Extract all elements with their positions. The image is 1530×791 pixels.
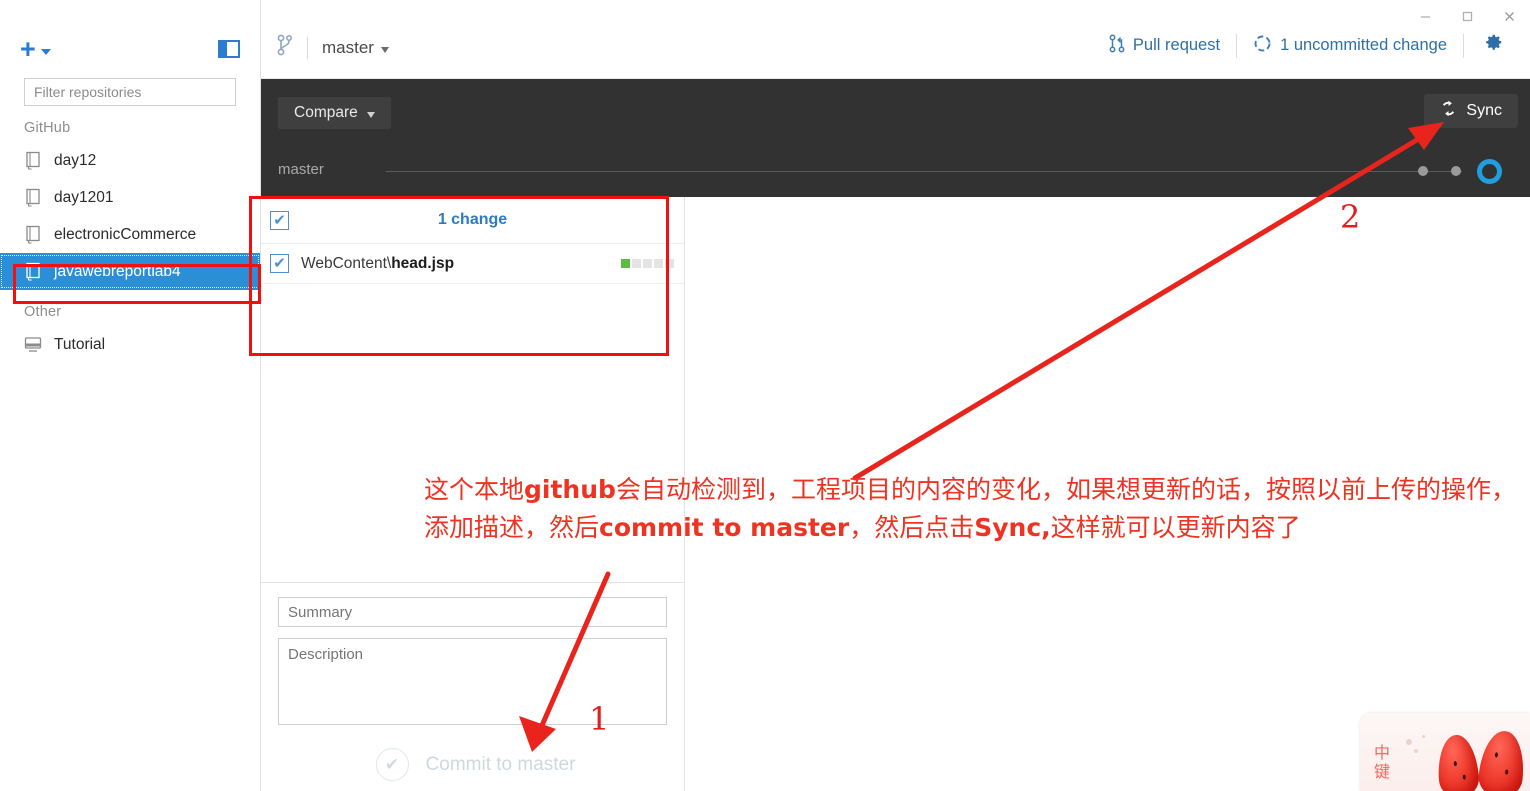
branch-zone: master: [276, 34, 389, 61]
chevron-down-icon: [366, 112, 375, 118]
top-actions: Pull request 1 uncommitted change: [1093, 32, 1518, 59]
ime-label: 中 键: [1374, 743, 1390, 781]
sidebar-toolbar: +: [0, 0, 260, 78]
repository-icon: [24, 188, 42, 207]
pull-request-label: Pull request: [1132, 36, 1221, 54]
close-icon[interactable]: [1488, 0, 1530, 32]
maximize-icon[interactable]: [1446, 0, 1488, 32]
note-seg: ，然后点击: [849, 513, 975, 542]
sync-button[interactable]: Sync: [1424, 94, 1518, 128]
chevron-down-icon: [40, 49, 51, 55]
compare-button[interactable]: Compare: [278, 97, 391, 129]
decorative-fruit: [1476, 728, 1528, 791]
sidebar-item-label: Tutorial: [54, 335, 106, 353]
sidebar-item-label: day12: [54, 151, 97, 169]
commit-summary-input[interactable]: [278, 597, 667, 627]
sidebar-item-label: day1201: [54, 188, 114, 206]
change-count-label: 1 change: [437, 211, 508, 228]
branch-timeline: master: [278, 153, 1516, 189]
ime-line-1: 中: [1374, 743, 1391, 762]
github-desktop-window: + GitHub day12 day1201 electronicC: [0, 0, 1530, 791]
branch-icon: [276, 34, 293, 61]
note-seg: 容了: [1250, 513, 1301, 542]
file-checkbox[interactable]: ✔: [270, 254, 289, 273]
filter-wrap: [0, 78, 260, 106]
commit-description-input[interactable]: [278, 638, 667, 725]
uncommitted-changes-button[interactable]: 1 uncommitted change: [1237, 34, 1463, 58]
window-controls: [1404, 0, 1530, 32]
monitor-icon: [24, 335, 42, 354]
uncommitted-changes-label: 1 uncommitted change: [1280, 36, 1447, 54]
commit-to-master-button[interactable]: ✔ Commit to master: [278, 748, 667, 781]
sync-status-icon: [1253, 34, 1272, 58]
sidebar-item-day12[interactable]: day12: [0, 142, 260, 179]
timeline-head-ring[interactable]: [1477, 159, 1502, 184]
decorative-dot: [1406, 739, 1412, 745]
toggle-sidebar-icon[interactable]: [218, 40, 240, 58]
note-seg: 会自动检测到，工程项目的内容的变化，如果想更新的话，按照以前: [615, 475, 1366, 504]
commit-button-label: Commit to master: [425, 753, 576, 775]
divider: [307, 36, 308, 59]
note-seg: Sync,: [974, 513, 1051, 542]
pull-request-icon: [1109, 34, 1125, 58]
ime-floating-widget[interactable]: 中 键: [1360, 713, 1530, 791]
sidebar-item-day1201[interactable]: day1201: [0, 179, 260, 216]
chevron-down-icon: [380, 46, 389, 53]
repository-icon: [24, 151, 42, 170]
timeline-line: [386, 171, 1462, 172]
changed-file-path: WebContent\head.jsp: [301, 254, 455, 272]
annotation-marker-2: 2: [1340, 198, 1361, 236]
repository-sidebar: + GitHub day12 day1201 electronicC: [0, 0, 261, 791]
timeline-branch-label: master: [278, 161, 324, 178]
filter-repositories-input[interactable]: [24, 78, 236, 106]
check-circle-icon: ✔: [375, 748, 409, 781]
note-seg: 这样就可以更新内: [1050, 513, 1251, 542]
plus-icon: +: [20, 34, 36, 64]
diff-indicator: [621, 259, 674, 268]
gear-icon[interactable]: [1464, 32, 1518, 59]
compare-toolbar: Compare Sync master: [261, 79, 1530, 197]
repository-icon: [24, 225, 42, 244]
ime-line-2: 键: [1374, 762, 1391, 781]
pull-request-button[interactable]: Pull request: [1093, 34, 1236, 58]
timeline-dot[interactable]: [1451, 166, 1461, 176]
sync-label: Sync: [1466, 102, 1502, 119]
repository-icon: [24, 262, 42, 281]
sidebar-item-tutorial[interactable]: Tutorial: [0, 326, 260, 363]
changes-panel: ✔ 1 change ✔ WebContent\head.jsp ✔ Commi…: [261, 197, 685, 791]
timeline-dot[interactable]: [1418, 166, 1428, 176]
minimize-icon[interactable]: [1404, 0, 1446, 32]
sync-icon: [1440, 100, 1457, 122]
sidebar-item-label: javawebreportlab4: [54, 262, 181, 280]
sidebar-group-github-label: GitHub: [24, 120, 71, 136]
changes-header: ✔ 1 change: [261, 197, 684, 244]
sidebar-item-label: electronicCommerce: [54, 225, 197, 243]
top-toolbar: master Pull request 1 uncommitted change: [261, 0, 1530, 79]
sidebar-item-javawebreportlab4[interactable]: javawebreportlab4: [0, 253, 260, 290]
branch-selector[interactable]: master: [322, 38, 389, 58]
decorative-dot: [1422, 735, 1425, 738]
commit-form: ✔ Commit to master: [261, 582, 684, 791]
select-all-checkbox[interactable]: ✔: [270, 210, 289, 230]
sidebar-group-other-label: Other: [24, 304, 62, 320]
changed-file-row[interactable]: ✔ WebContent\head.jsp: [261, 244, 684, 284]
compare-label: Compare: [294, 104, 358, 121]
decorative-dot: [1414, 749, 1418, 753]
decorative-fruit: [1435, 733, 1481, 791]
sidebar-item-electroniccommerce[interactable]: electronicCommerce: [0, 216, 260, 253]
branch-name-label: master: [322, 37, 374, 57]
add-repository-button[interactable]: +: [20, 36, 51, 63]
